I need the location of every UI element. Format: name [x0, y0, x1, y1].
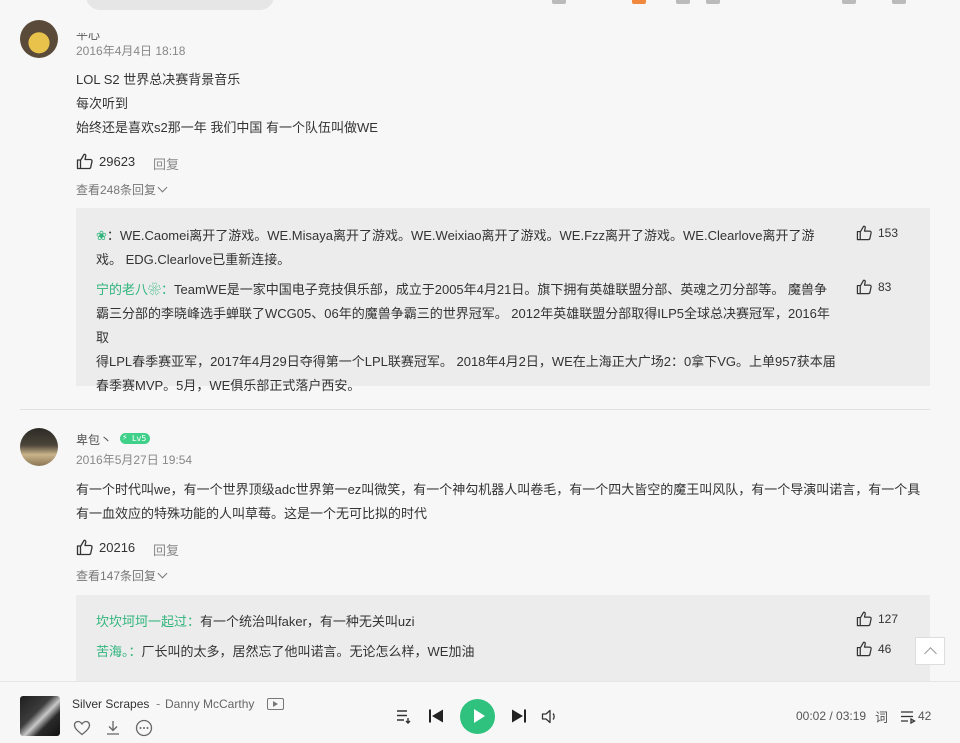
playlist-count[interactable]: 42 — [918, 709, 931, 723]
thumb-up-icon — [76, 539, 93, 556]
playback-time: 00:02 / 03:19 — [796, 709, 867, 723]
reply-item: 苦海。：厂长叫的太多，居然忘了他叫诺言。无论怎么样，WE加油 — [96, 640, 836, 664]
comment-date: 2016年5月27日 19:54 — [76, 453, 193, 467]
reply-author[interactable]: 苦海。： — [96, 644, 142, 659]
view-replies-link[interactable]: 查看147条回复 — [76, 567, 168, 584]
reply-author[interactable]: 坎坎坷坷一起过： — [96, 614, 200, 629]
song-title[interactable]: Silver Scrapes — [72, 697, 149, 711]
previous-icon[interactable] — [427, 708, 445, 724]
playlist-icon[interactable] — [900, 710, 916, 724]
reply-like-count: 46 — [878, 641, 892, 656]
thumb-up-icon — [856, 611, 872, 627]
like-button[interactable]: 20216 — [76, 538, 135, 556]
view-replies-label: 查看147条回复 — [76, 569, 157, 583]
artist-name[interactable]: Danny McCarthy — [165, 697, 254, 711]
reply-text: 有一个统治叫faker，有一种无关叫uzi — [200, 614, 415, 629]
play-mode-icon[interactable] — [395, 708, 411, 724]
next-icon[interactable] — [510, 708, 528, 724]
reply-like-button[interactable]: 46 — [856, 640, 891, 657]
more-icon[interactable] — [135, 719, 153, 737]
comment-line: 有一个时代叫we，有一个世界顶级adc世界第一ez叫微笑，有一个神勾机器人叫卷毛… — [76, 482, 921, 497]
like-count: 20216 — [99, 539, 136, 555]
chevron-down-icon — [157, 568, 168, 579]
download-icon[interactable] — [104, 719, 122, 737]
lyrics-button[interactable]: 词 — [875, 707, 888, 726]
reply-like-count: 127 — [878, 611, 899, 626]
comment-item: 卑包丶 Lv5 2016年5月27日 19:54 有一个时代叫we，有一个世界顶… — [20, 0, 930, 681]
reply-text: 厂长叫的太多，居然忘了他叫诺言。无论怎么样，WE加油 — [141, 644, 475, 659]
reply-button[interactable]: 回复 — [153, 540, 179, 559]
play-button[interactable] — [460, 699, 495, 734]
reply-like-button[interactable]: 127 — [856, 610, 898, 627]
back-to-top-button[interactable] — [915, 637, 945, 665]
username[interactable]: 卑包丶 — [76, 431, 112, 448]
title-separator: - — [156, 697, 161, 711]
album-cover[interactable] — [20, 696, 60, 736]
mv-icon[interactable] — [267, 698, 284, 710]
reply-box: 坎坎坷坷一起过：有一个统治叫faker，有一种无关叫uzi 127 苦海。：厂长… — [76, 595, 930, 681]
avatar[interactable] — [20, 428, 58, 466]
thumb-up-icon — [856, 641, 872, 657]
comment-line: 有一血效应的特殊功能的人叫草莓。这是一个无可比拟的时代 — [76, 506, 428, 521]
heart-icon[interactable] — [73, 720, 91, 736]
level-badge: Lv5 — [120, 432, 151, 444]
player-bar: Silver Scrapes - Danny McCarthy 00:02 / … — [0, 681, 960, 743]
volume-icon[interactable] — [541, 709, 559, 724]
reply-item: 坎坎坷坷一起过：有一个统治叫faker，有一种无关叫uzi — [96, 610, 836, 634]
